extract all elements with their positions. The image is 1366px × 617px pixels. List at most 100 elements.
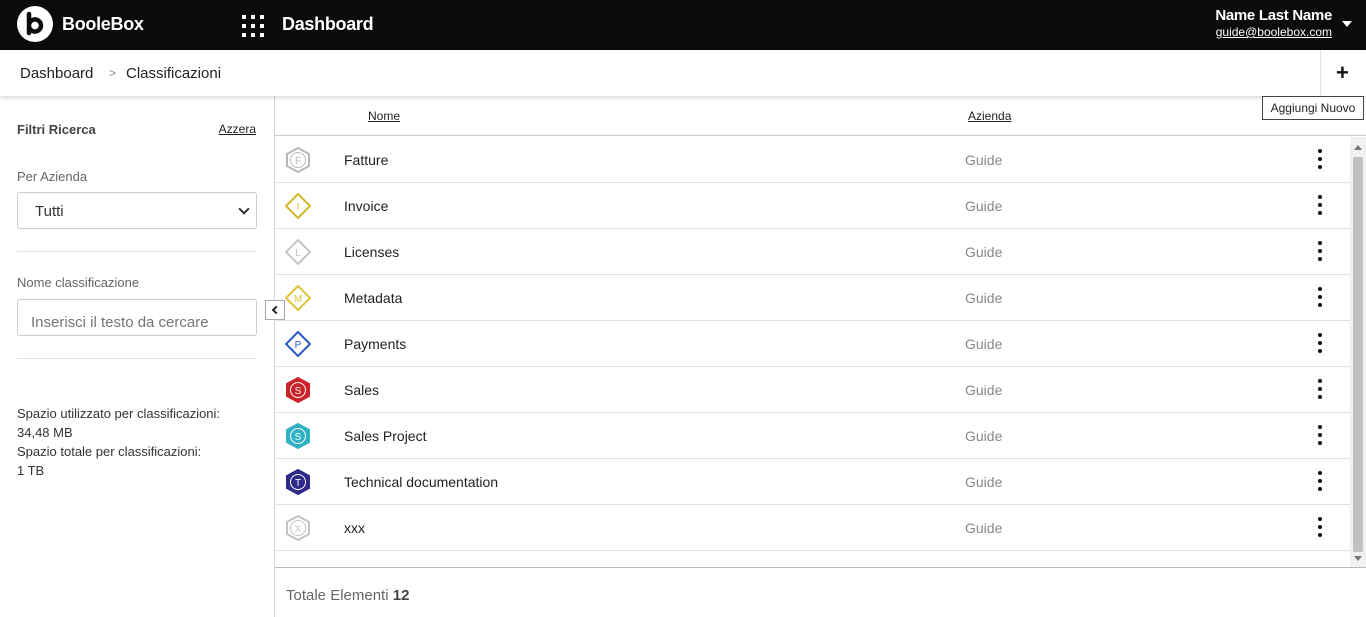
user-email[interactable]: guide@boolebox.com xyxy=(1216,25,1332,39)
space-used-label: Spazio utilizzato per classificazioni: xyxy=(17,406,221,421)
table-header: Nome Azienda xyxy=(275,96,1366,136)
svg-text:I: I xyxy=(297,202,300,213)
classification-hexagon-icon: S xyxy=(285,376,311,404)
scrollbar-thumb[interactable] xyxy=(1353,157,1363,552)
breadcrumb-dashboard[interactable]: Dashboard xyxy=(20,65,93,82)
name-filter-label: Nome classificazione xyxy=(17,275,140,290)
table-row[interactable]: S Sales Guide xyxy=(275,367,1350,413)
row-company: Guide xyxy=(965,290,1003,306)
row-name[interactable]: Invoice xyxy=(344,198,388,214)
row-company: Guide xyxy=(965,198,1003,214)
svg-text:T: T xyxy=(295,478,301,489)
row-company: Guide xyxy=(965,520,1003,536)
filter-sidebar: Filtri Ricerca Azzera Per Azienda Tutti … xyxy=(0,96,275,617)
chevron-down-icon xyxy=(238,203,250,215)
more-options-icon[interactable] xyxy=(1315,287,1325,309)
row-name[interactable]: xxx xyxy=(344,520,365,536)
company-filter-label: Per Azienda xyxy=(17,169,88,184)
total-elements-label: Totale Elementi xyxy=(286,587,389,604)
row-name[interactable]: Payments xyxy=(344,336,406,352)
plus-icon: + xyxy=(1336,60,1349,85)
svg-text:P: P xyxy=(295,340,302,351)
table-row[interactable]: F Fatture Guide xyxy=(275,137,1350,183)
classification-diamond-icon: P xyxy=(284,330,312,358)
more-options-icon[interactable] xyxy=(1315,471,1325,493)
divider xyxy=(275,567,1366,568)
brand-name: BooleBox xyxy=(62,14,144,34)
row-name[interactable]: Sales Project xyxy=(344,428,426,444)
row-company: Guide xyxy=(965,244,1003,260)
filters-title: Filtri Ricerca xyxy=(17,122,96,137)
user-name[interactable]: Name Last Name xyxy=(1215,7,1332,24)
more-options-icon[interactable] xyxy=(1315,517,1325,539)
space-used-value: 34,48 MB xyxy=(17,425,73,440)
svg-text:X: X xyxy=(295,524,302,535)
space-total-label: Spazio totale per classificazioni: xyxy=(17,444,202,459)
classification-diamond-icon: I xyxy=(284,192,312,220)
more-options-icon[interactable] xyxy=(1315,149,1325,171)
svg-text:L: L xyxy=(295,248,301,259)
column-header-azienda[interactable]: Azienda xyxy=(968,109,1011,123)
table-row[interactable] xyxy=(275,551,1350,567)
svg-text:M: M xyxy=(294,294,302,305)
app-title: Dashboard xyxy=(282,14,374,34)
apps-grid-icon[interactable] xyxy=(242,15,264,37)
row-company: Guide xyxy=(965,152,1003,168)
breadcrumb-separator: > xyxy=(109,66,117,80)
more-options-icon[interactable] xyxy=(1315,333,1325,355)
classification-hexagon-icon: F xyxy=(285,146,311,174)
table-row[interactable]: P Payments Guide xyxy=(275,321,1350,367)
table-row[interactable]: Xxxx Guide xyxy=(275,505,1350,551)
table-body: F Fatture Guide I Invoice Guide L Licenses Guide… xyxy=(275,137,1350,567)
company-select[interactable]: Tutti xyxy=(17,192,257,229)
svg-text:F: F xyxy=(295,156,301,167)
space-total-value: 1 TB xyxy=(17,463,45,478)
name-search-input[interactable] xyxy=(17,299,257,336)
row-name[interactable]: Licenses xyxy=(344,244,399,260)
table-row[interactable]: I Invoice Guide xyxy=(275,183,1350,229)
user-menu-caret-icon[interactable] xyxy=(1342,21,1352,27)
scroll-up-icon[interactable] xyxy=(1354,145,1362,150)
table-row[interactable]: L Licenses Guide xyxy=(275,229,1350,275)
storage-info: Spazio utilizzato per classificazioni: 3… xyxy=(17,404,220,480)
row-name[interactable]: Technical documentation xyxy=(344,474,498,490)
row-company: Guide xyxy=(965,336,1003,352)
table-row[interactable]: M Metadata Guide xyxy=(275,275,1350,321)
breadcrumb-classificazioni: Classificazioni xyxy=(126,65,222,82)
breadcrumb: Dashboard > Classificazioni + xyxy=(0,50,1366,96)
collapse-sidebar-button[interactable] xyxy=(265,300,285,320)
more-options-icon[interactable] xyxy=(1315,379,1325,401)
classification-diamond-icon: M xyxy=(284,284,312,312)
reset-filters-link[interactable]: Azzera xyxy=(219,122,256,136)
classification-hexagon-icon: S xyxy=(285,422,311,450)
divider xyxy=(17,358,257,359)
row-name[interactable]: Metadata xyxy=(344,290,402,306)
chevron-left-icon xyxy=(271,305,281,315)
row-company: Guide xyxy=(965,428,1003,444)
total-elements-count: 12 xyxy=(392,587,410,604)
row-company: Guide xyxy=(965,474,1003,490)
svg-text:S: S xyxy=(295,386,302,397)
row-name[interactable]: Fatture xyxy=(344,152,388,168)
classification-hexagon-icon: X xyxy=(285,514,311,542)
table-row[interactable]: S Sales Project Guide xyxy=(275,413,1350,459)
classifications-list: Nome Azienda F Fatture Guide I Invoice Guide L… xyxy=(275,96,1366,617)
divider xyxy=(17,251,257,252)
column-header-nome[interactable]: Nome xyxy=(368,109,400,123)
add-new-button[interactable]: + xyxy=(1320,50,1366,96)
row-company: Guide xyxy=(965,382,1003,398)
more-options-icon[interactable] xyxy=(1315,425,1325,447)
scroll-down-icon[interactable] xyxy=(1354,556,1362,561)
boolebox-logo-icon[interactable] xyxy=(17,6,53,42)
classification-hexagon-icon: T xyxy=(285,468,311,496)
more-options-icon[interactable] xyxy=(1315,241,1325,263)
company-select-value: Tutti xyxy=(35,203,64,220)
total-elements: Totale Elementi 12 xyxy=(286,587,409,604)
classification-diamond-icon: L xyxy=(284,238,312,266)
more-options-icon[interactable] xyxy=(1315,195,1325,217)
add-new-tooltip: Aggiungi Nuovo xyxy=(1262,96,1364,120)
table-row[interactable]: T Technical documentation Guide xyxy=(275,459,1350,505)
svg-text:S: S xyxy=(295,432,302,443)
scrollbar[interactable] xyxy=(1350,137,1366,567)
row-name[interactable]: Sales xyxy=(344,382,379,398)
